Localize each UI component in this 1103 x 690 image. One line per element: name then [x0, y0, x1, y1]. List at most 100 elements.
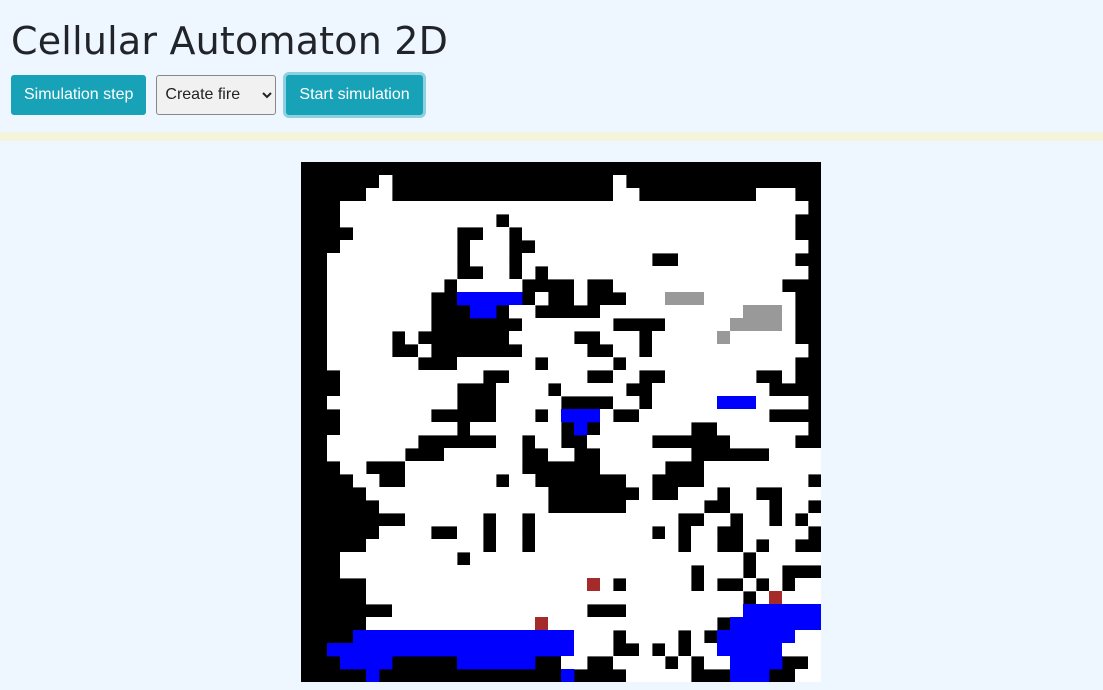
water-cell[interactable] [470, 292, 484, 306]
tree-cell[interactable] [782, 448, 796, 462]
tree-cell[interactable] [782, 526, 796, 540]
tree-cell[interactable] [366, 188, 380, 202]
tree-cell[interactable] [665, 331, 679, 345]
tree-cell[interactable] [574, 643, 588, 657]
tree-cell[interactable] [639, 292, 653, 306]
tree-cell[interactable] [522, 201, 536, 215]
tree-cell[interactable] [613, 448, 627, 462]
tree-cell[interactable] [379, 318, 393, 332]
tree-cell[interactable] [769, 539, 783, 553]
tree-cell[interactable] [678, 422, 692, 436]
tree-cell[interactable] [340, 331, 354, 345]
tree-cell[interactable] [470, 422, 484, 436]
water-cell[interactable] [470, 656, 484, 670]
tree-cell[interactable] [561, 253, 575, 267]
tree-cell[interactable] [743, 240, 757, 254]
tree-cell[interactable] [561, 214, 575, 228]
tree-cell[interactable] [626, 357, 640, 371]
tree-cell[interactable] [379, 396, 393, 410]
tree-cell[interactable] [535, 526, 549, 540]
tree-cell[interactable] [613, 461, 627, 475]
tree-cell[interactable] [743, 344, 757, 358]
water-cell[interactable] [574, 409, 588, 423]
tree-cell[interactable] [704, 526, 718, 540]
tree-cell[interactable] [496, 487, 510, 501]
tree-cell[interactable] [652, 396, 666, 410]
tree-cell[interactable] [405, 396, 419, 410]
tree-cell[interactable] [522, 500, 536, 514]
tree-cell[interactable] [678, 487, 692, 501]
tree-cell[interactable] [483, 227, 497, 241]
tree-cell[interactable] [782, 305, 796, 319]
tree-cell[interactable] [353, 357, 367, 371]
tree-cell[interactable] [613, 305, 627, 319]
water-cell[interactable] [353, 630, 367, 644]
water-cell[interactable] [808, 604, 821, 618]
tree-cell[interactable] [418, 383, 432, 397]
tree-cell[interactable] [353, 331, 367, 345]
tree-cell[interactable] [717, 357, 731, 371]
start-simulation-button[interactable]: Start simulation [286, 74, 423, 115]
tree-cell[interactable] [405, 435, 419, 449]
tree-cell[interactable] [808, 487, 821, 501]
tree-cell[interactable] [470, 500, 484, 514]
tree-cell[interactable] [470, 487, 484, 501]
water-cell[interactable] [483, 292, 497, 306]
tree-cell[interactable] [717, 383, 731, 397]
tree-cell[interactable] [366, 539, 380, 553]
tree-cell[interactable] [678, 279, 692, 293]
tree-cell[interactable] [704, 253, 718, 267]
tree-cell[interactable] [496, 357, 510, 371]
tree-cell[interactable] [444, 214, 458, 228]
tree-cell[interactable] [535, 240, 549, 254]
tree-cell[interactable] [366, 344, 380, 358]
tree-cell[interactable] [457, 617, 471, 631]
tree-cell[interactable] [626, 630, 640, 644]
tree-cell[interactable] [639, 227, 653, 241]
tree-cell[interactable] [353, 344, 367, 358]
tree-cell[interactable] [509, 448, 523, 462]
tree-cell[interactable] [639, 461, 653, 475]
tree-cell[interactable] [639, 448, 653, 462]
tree-cell[interactable] [665, 318, 679, 332]
tree-cell[interactable] [522, 370, 536, 384]
tree-cell[interactable] [444, 539, 458, 553]
water-cell[interactable] [483, 643, 497, 657]
tree-cell[interactable] [704, 617, 718, 631]
tree-cell[interactable] [470, 513, 484, 527]
tree-cell[interactable] [730, 409, 744, 423]
tree-cell[interactable] [743, 435, 757, 449]
tree-cell[interactable] [496, 396, 510, 410]
tree-cell[interactable] [613, 175, 627, 189]
tree-cell[interactable] [379, 253, 393, 267]
tree-cell[interactable] [366, 331, 380, 345]
tree-cell[interactable] [340, 565, 354, 579]
water-cell[interactable] [743, 396, 757, 410]
water-cell[interactable] [769, 617, 783, 631]
tree-cell[interactable] [639, 526, 653, 540]
tree-cell[interactable] [782, 643, 796, 657]
tree-cell[interactable] [418, 591, 432, 605]
tree-cell[interactable] [405, 266, 419, 280]
tree-cell[interactable] [717, 279, 731, 293]
tree-cell[interactable] [444, 500, 458, 514]
tree-cell[interactable] [626, 227, 640, 241]
tree-cell[interactable] [704, 461, 718, 475]
tree-cell[interactable] [626, 344, 640, 358]
tree-cell[interactable] [353, 214, 367, 228]
tree-cell[interactable] [379, 617, 393, 631]
tree-cell[interactable] [704, 357, 718, 371]
tree-cell[interactable] [457, 357, 471, 371]
tree-cell[interactable] [327, 318, 341, 332]
tree-cell[interactable] [756, 279, 770, 293]
tree-cell[interactable] [769, 565, 783, 579]
tree-cell[interactable] [392, 591, 406, 605]
tree-cell[interactable] [639, 630, 653, 644]
water-cell[interactable] [743, 630, 757, 644]
tree-cell[interactable] [730, 331, 744, 345]
tree-cell[interactable] [574, 578, 588, 592]
tree-cell[interactable] [704, 227, 718, 241]
tree-cell[interactable] [626, 201, 640, 215]
tree-cell[interactable] [678, 617, 692, 631]
tree-cell[interactable] [470, 565, 484, 579]
